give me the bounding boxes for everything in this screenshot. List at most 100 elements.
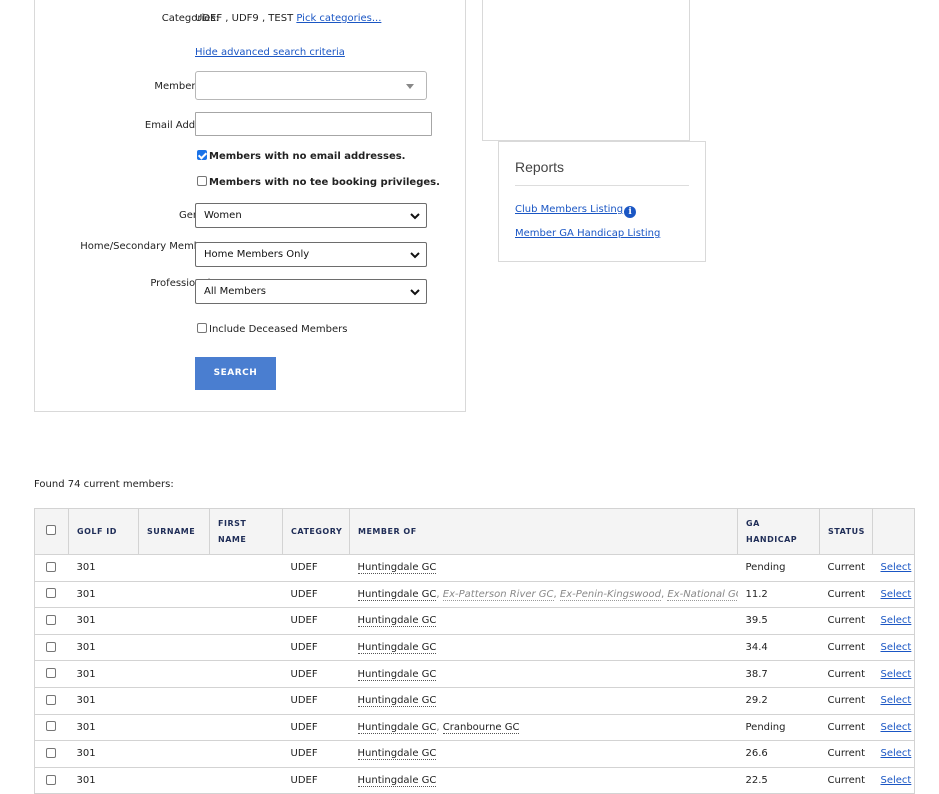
- member-club-link[interactable]: Huntingdale GC: [357, 668, 437, 681]
- gender-label: Gender:: [39, 210, 219, 221]
- member-of-cell: Huntingdale GC, Cranbourne GC: [349, 714, 738, 742]
- row-select-cell: [34, 714, 69, 742]
- info-icon[interactable]: i: [624, 206, 637, 218]
- member-of-cell: Huntingdale GC: [349, 687, 738, 715]
- golf-id-cell: 301: [68, 767, 139, 794]
- action-cell: Select: [872, 660, 915, 688]
- member-club-link[interactable]: Huntingdale GC: [357, 695, 437, 708]
- club-separator: ,: [436, 588, 443, 600]
- row-checkbox[interactable]: [45, 694, 56, 705]
- member-club-link[interactable]: Huntingdale GC: [357, 642, 437, 655]
- surname-cell: [138, 687, 210, 715]
- row-checkbox[interactable]: [45, 561, 56, 572]
- member-club-link[interactable]: Huntingdale GC: [357, 588, 437, 601]
- professionals-select[interactable]: All Members: [195, 279, 427, 304]
- surname-cell: [138, 607, 210, 635]
- surname-cell: [138, 714, 210, 742]
- professionals-value: All Members: [204, 286, 266, 297]
- row-checkbox[interactable]: [45, 668, 56, 679]
- row-select-cell: [34, 740, 69, 768]
- no-email-checkbox[interactable]: [197, 150, 207, 160]
- status-cell: Current: [819, 607, 873, 635]
- row-checkbox[interactable]: [45, 641, 56, 652]
- category-cell: UDEF: [282, 554, 350, 582]
- email-address-input[interactable]: [195, 112, 432, 136]
- row-select-cell: [34, 581, 69, 609]
- action-cell: Select: [872, 687, 915, 715]
- select-link[interactable]: Select: [881, 642, 912, 653]
- club-members-listing-link[interactable]: Club Members Listing: [515, 204, 623, 215]
- former-club-link[interactable]: Ex-Patterson River GC: [442, 588, 554, 601]
- member-of-cell: Huntingdale GC, Ex-Patterson River GC, E…: [349, 581, 738, 609]
- col-surname[interactable]: SURNAME: [138, 508, 210, 555]
- row-checkbox[interactable]: [45, 747, 56, 758]
- former-club-link[interactable]: Ex-Penin-Kingswood: [559, 588, 661, 601]
- table-row: 301 UDEF Huntingdale GC 39.5 Current Sel…: [34, 607, 915, 635]
- ga-handicap-listing-row: Member GA Handicap Listing: [515, 228, 660, 239]
- select-link[interactable]: Select: [881, 589, 912, 600]
- member-club-link[interactable]: Huntingdale GC: [357, 775, 437, 788]
- no-tee-booking-checkbox[interactable]: [197, 176, 207, 186]
- home-secondary-select[interactable]: Home Members Only: [195, 242, 427, 267]
- golf-id-cell: 301: [68, 607, 139, 635]
- no-email-checkbox-row[interactable]: Members with no email addresses.: [197, 150, 405, 162]
- no-tee-booking-label: Members with no tee booking privileges.: [209, 177, 440, 188]
- club-members-listing-row: Club Members Listing i: [515, 204, 637, 218]
- col-ga-handicap[interactable]: GA HANDICAP: [737, 508, 820, 555]
- handicap-cell: 22.5: [737, 767, 820, 794]
- row-checkbox[interactable]: [45, 721, 56, 732]
- member-ga-handicap-listing-link[interactable]: Member GA Handicap Listing: [515, 228, 660, 239]
- col-member-of[interactable]: MEMBER OF: [349, 508, 738, 555]
- select-link[interactable]: Select: [881, 748, 912, 759]
- category-cell: UDEF: [282, 634, 350, 662]
- row-checkbox[interactable]: [45, 774, 56, 785]
- action-cell: Select: [872, 634, 915, 662]
- action-cell: Select: [872, 767, 915, 794]
- member-of-cell: Huntingdale GC: [349, 767, 738, 794]
- select-link[interactable]: Select: [881, 669, 912, 680]
- row-checkbox[interactable]: [45, 588, 56, 599]
- chevron-down-icon: [410, 213, 420, 220]
- member-of-cell: Huntingdale GC: [349, 740, 738, 768]
- member-of-cell: Huntingdale GC: [349, 634, 738, 662]
- search-button[interactable]: SEARCH: [195, 357, 276, 390]
- col-first-name[interactable]: FIRST NAME: [209, 508, 283, 555]
- include-deceased-checkbox-row[interactable]: Include Deceased Members: [197, 323, 347, 335]
- no-tee-booking-checkbox-row[interactable]: Members with no tee booking privileges.: [197, 176, 440, 188]
- pick-categories-link[interactable]: Pick categories...: [296, 13, 381, 24]
- first-name-cell: [209, 687, 283, 715]
- row-select-cell: [34, 687, 69, 715]
- include-deceased-checkbox[interactable]: [197, 323, 207, 333]
- category-cell: UDEF: [282, 687, 350, 715]
- former-club-link[interactable]: Ex-National GC - LI: [667, 588, 738, 601]
- select-all-checkbox[interactable]: [45, 524, 56, 535]
- hide-advanced-search-link[interactable]: Hide advanced search criteria: [195, 47, 345, 58]
- status-cell: Current: [819, 740, 873, 768]
- select-link[interactable]: Select: [881, 695, 912, 706]
- member-tag-select[interactable]: [195, 71, 427, 100]
- include-deceased-label: Include Deceased Members: [209, 324, 348, 335]
- col-status[interactable]: STATUS: [819, 508, 873, 555]
- member-of-cell: Huntingdale GC: [349, 554, 738, 582]
- chevron-down-icon: [410, 252, 420, 259]
- select-link[interactable]: Select: [881, 615, 912, 626]
- select-link[interactable]: Select: [881, 722, 912, 733]
- select-link[interactable]: Select: [881, 775, 912, 786]
- ga-handicap-line1: GA: [746, 518, 760, 528]
- select-link[interactable]: Select: [881, 562, 912, 573]
- member-club-link[interactable]: Huntingdale GC: [357, 748, 437, 761]
- member-club-link[interactable]: Huntingdale GC: [357, 615, 437, 628]
- col-golf-id[interactable]: GOLF ID: [68, 508, 139, 555]
- member-club-link[interactable]: Huntingdale GC: [357, 562, 437, 575]
- table-row: 301 UDEF Huntingdale GC 29.2 Current Sel…: [34, 687, 915, 715]
- status-cell: Current: [819, 687, 873, 715]
- action-cell: Select: [872, 554, 915, 582]
- col-action: [872, 508, 915, 555]
- row-checkbox[interactable]: [45, 614, 56, 625]
- row-select-cell: [34, 767, 69, 794]
- member-club-link[interactable]: Cranbourne GC: [442, 721, 520, 734]
- col-category[interactable]: CATEGORY: [282, 508, 350, 555]
- member-club-link[interactable]: Huntingdale GC: [357, 721, 437, 734]
- gender-select[interactable]: Women: [195, 203, 427, 228]
- category-cell: UDEF: [282, 660, 350, 688]
